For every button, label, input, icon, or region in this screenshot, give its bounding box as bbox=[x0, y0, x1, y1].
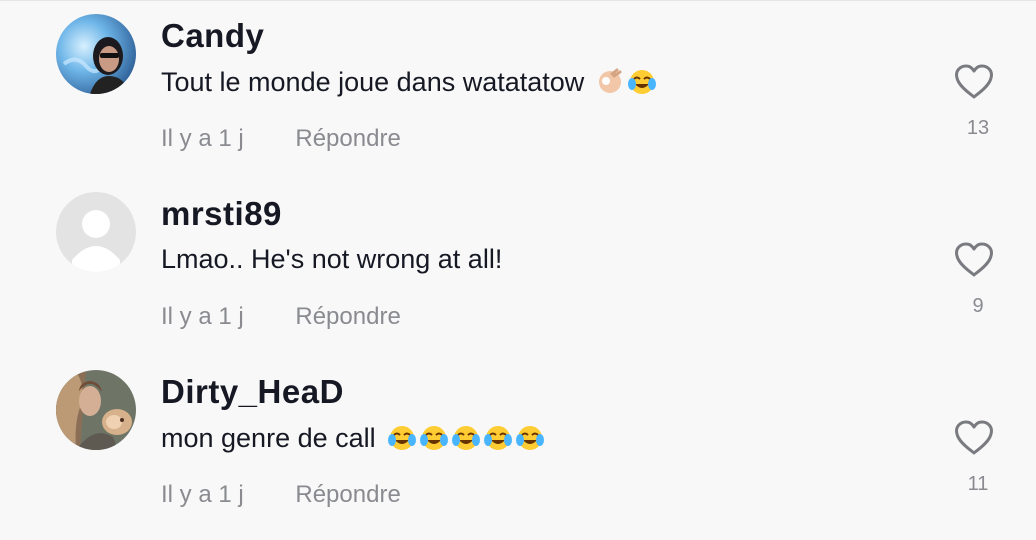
tears-of-joy-emoji-icon bbox=[515, 426, 544, 450]
comment-text: Tout le monde joue dans watatatow bbox=[161, 66, 585, 97]
comment-item: Candy Tout le monde joue dans watatatow … bbox=[0, 0, 1036, 178]
reply-button[interactable]: Répondre bbox=[295, 303, 400, 331]
timestamp: Il y a 1 j bbox=[161, 481, 244, 508]
like-button[interactable] bbox=[954, 420, 994, 456]
comment-item: Dirty_HeaD mon genre de call Il y a 1 j … bbox=[0, 356, 1036, 534]
avatar[interactable] bbox=[56, 192, 136, 272]
username[interactable]: Candy bbox=[161, 17, 264, 55]
comment-text-line: Tout le monde joue dans watatatow bbox=[161, 66, 658, 98]
comment-text-line: mon genre de call bbox=[161, 422, 546, 454]
like-button[interactable] bbox=[954, 64, 994, 100]
tears-of-joy-emoji-icon bbox=[451, 426, 480, 450]
ok-hand-emoji-icon bbox=[599, 68, 622, 93]
like-count: 13 bbox=[966, 117, 990, 139]
heart-icon bbox=[955, 420, 993, 455]
like-count: 11 bbox=[967, 473, 989, 495]
emoji-group bbox=[386, 422, 546, 454]
tears-of-joy-emoji-icon bbox=[628, 70, 657, 94]
username[interactable]: mrsti89 bbox=[161, 195, 282, 233]
reply-button[interactable]: Répondre bbox=[295, 481, 400, 509]
comment-text-line: Lmao.. He's not wrong at all! bbox=[161, 244, 502, 275]
comment-text: mon genre de call bbox=[161, 422, 376, 453]
tears-of-joy-emoji-icon bbox=[483, 426, 512, 450]
comment-meta: Il y a 1 j Répondre bbox=[161, 303, 401, 331]
reply-button[interactable]: Répondre bbox=[295, 125, 400, 153]
username[interactable]: Dirty_HeaD bbox=[161, 373, 344, 411]
avatar[interactable] bbox=[56, 14, 136, 94]
like-button[interactable] bbox=[954, 242, 994, 278]
like-count: 9 bbox=[972, 295, 984, 317]
emoji-group bbox=[594, 66, 658, 98]
comment-meta: Il y a 1 j Répondre bbox=[161, 481, 401, 509]
comment-meta: Il y a 1 j Répondre bbox=[161, 125, 401, 153]
timestamp: Il y a 1 j bbox=[161, 125, 244, 152]
heart-icon bbox=[955, 242, 993, 277]
avatar[interactable] bbox=[56, 370, 136, 450]
comment-text: Lmao.. He's not wrong at all! bbox=[161, 244, 503, 274]
comment-item: mrsti89 Lmao.. He's not wrong at all! Il… bbox=[0, 178, 1036, 356]
timestamp: Il y a 1 j bbox=[161, 303, 244, 330]
tears-of-joy-emoji-icon bbox=[387, 426, 416, 450]
tears-of-joy-emoji-icon bbox=[419, 426, 448, 450]
heart-icon bbox=[955, 64, 993, 99]
